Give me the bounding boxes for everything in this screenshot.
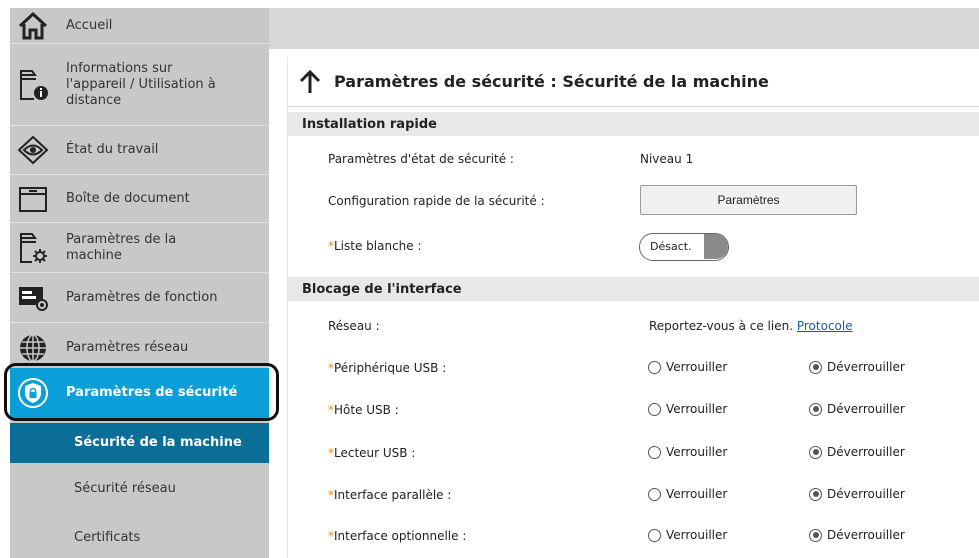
quick-config-label: Configuration rapide de la sécurité : [328,194,545,208]
globe-icon [16,331,50,365]
home-icon [16,9,50,43]
optional-interface-lock-radio[interactable]: Verrouiller [648,528,727,542]
radio-checked-icon [809,360,822,374]
sidebar-item-accueil[interactable]: Accueil [10,8,269,44]
parallel-interface-label: *Interface parallèle : [328,488,452,502]
function-settings-icon [16,281,50,315]
sidebar-item-label: Paramètres réseau [66,339,189,355]
sidebar-item-label: Paramètres de fonction [66,289,218,305]
radio-unchecked-icon [648,360,661,374]
security-level-value: Niveau 1 [640,152,694,166]
radio-unchecked-icon [648,528,661,542]
whitelist-toggle[interactable]: Désact. [639,233,729,261]
sidebar-subitem-label: Sécurité de la machine [74,435,242,450]
usb-host-lock-radio[interactable]: Verrouiller [648,402,727,416]
usb-device-lock-radio[interactable]: Verrouiller [648,360,727,374]
usb-drive-lock-radio[interactable]: Verrouiller [648,445,727,459]
optional-interface-unlock-radio[interactable]: Déverrouiller [809,528,905,542]
usb-drive-unlock-radio[interactable]: Déverrouiller [809,445,905,459]
sidebar: Accueil Informations sur l'appareil / Ut… [10,8,269,558]
sidebar-subitem-securite-reseau[interactable]: Sécurité réseau [10,469,269,509]
shield-icon [16,376,50,410]
sidebar-item-parametres-fonction[interactable]: Paramètres de fonction [10,273,269,323]
up-arrow-icon[interactable] [298,69,322,94]
optional-interface-label: *Interface optionnelle : [328,529,467,543]
sidebar-item-label: État du travail [66,142,159,157]
device-info-icon [16,68,50,102]
radio-unchecked-icon [648,445,661,459]
page-header: Paramètres de sécurité : Sécurité de la … [288,57,979,107]
whitelist-label: *Liste blanche : [328,239,422,253]
network-reference: Reportez-vous à ce lien. Protocole [649,319,853,333]
sidebar-subitem-label: Sécurité réseau [74,481,176,496]
parallel-interface-unlock-radio[interactable]: Déverrouiller [809,487,905,501]
main-content: Paramètres de sécurité : Sécurité de la … [287,57,979,558]
usb-device-label: *Périphérique USB : [328,361,447,375]
usb-host-label: *Hôte USB : [328,403,399,417]
machine-settings-icon [16,231,50,265]
sidebar-item-parametres-machine[interactable]: Paramètres de la machine [10,223,269,273]
sidebar-subitem-label: Certificats [74,530,141,545]
sidebar-item-parametres-reseau[interactable]: Paramètres réseau [10,323,269,373]
sidebar-item-boite-document[interactable]: Boîte de document [10,175,269,223]
protocole-link[interactable]: Protocole [797,319,853,333]
sidebar-subitem-securite-machine[interactable]: Sécurité de la machine [10,423,269,463]
section-header-blocage-interface: Blocage de l'interface [288,277,979,301]
usb-host-unlock-radio[interactable]: Déverrouiller [809,402,905,416]
radio-unchecked-icon [648,402,661,416]
sidebar-item-etat-travail[interactable]: État du travail [10,126,269,175]
usb-drive-label: *Lecteur USB : [328,446,416,460]
radio-checked-icon [809,487,822,501]
sidebar-item-label: Boîte de document [66,190,190,206]
sidebar-subitem-certificats[interactable]: Certificats [10,518,269,558]
security-level-label: Paramètres d'état de sécurité : [328,152,514,166]
page-title: Paramètres de sécurité : Sécurité de la … [334,72,769,91]
parallel-interface-lock-radio[interactable]: Verrouiller [648,487,727,501]
radio-checked-icon [809,528,822,542]
section-header-installation-rapide: Installation rapide [288,112,979,136]
parametres-button[interactable]: Paramètres [640,185,857,215]
network-label: Réseau : [328,319,380,333]
eye-icon [16,133,50,167]
sidebar-item-label: Paramètres de la machine [66,231,177,263]
toggle-state-label: Désact. [650,240,692,253]
sidebar-item-parametres-securite[interactable]: Paramètres de sécurité [10,368,269,418]
sidebar-item-label: Accueil [66,17,113,33]
sidebar-item-label: Paramètres de sécurité [66,385,238,400]
sidebar-item-device-info[interactable]: Informations sur l'appareil / Utilisatio… [10,44,269,126]
usb-device-unlock-radio[interactable]: Déverrouiller [809,360,905,374]
top-bar [269,8,979,49]
radio-checked-icon [809,402,822,416]
radio-checked-icon [809,445,822,459]
folder-icon [16,182,50,216]
sidebar-item-label: Informations sur l'appareil / Utilisatio… [66,60,216,108]
toggle-knob [704,234,728,259]
radio-unchecked-icon [648,487,661,501]
